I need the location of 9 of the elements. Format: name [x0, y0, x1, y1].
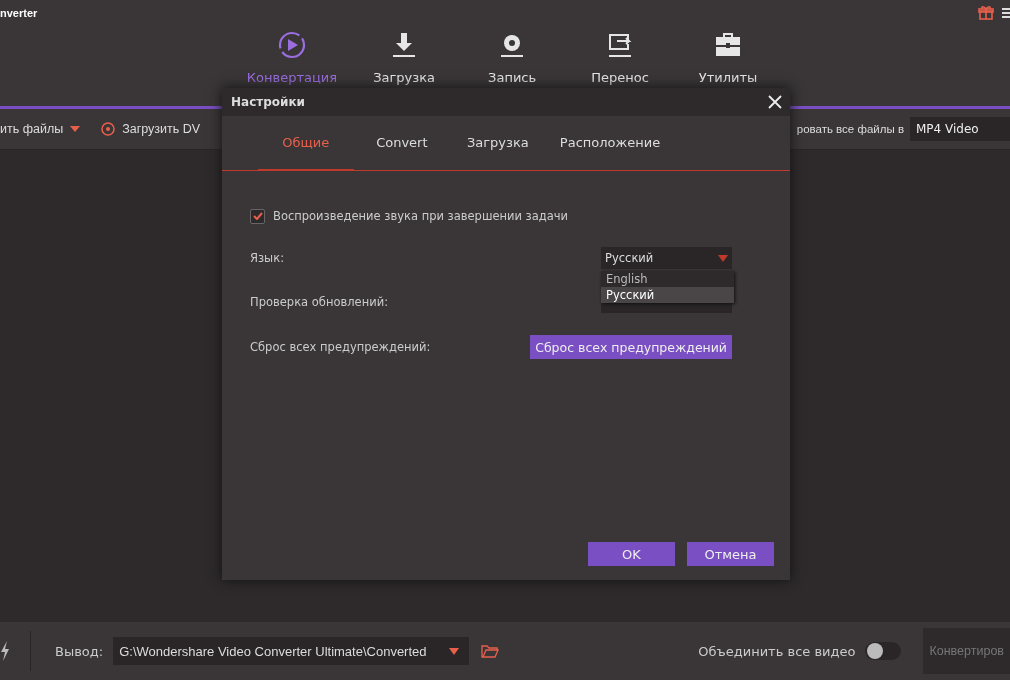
- reset-label: Сброс всех предупреждений:: [250, 340, 431, 354]
- merge-videos-label: Объединить все видео: [698, 643, 856, 659]
- convert-all-label: ровать все файлы в: [796, 123, 904, 135]
- app-title: nverter: [0, 7, 38, 19]
- sound-option-label: Воспроизведение звука при завершении задачи: [273, 209, 569, 223]
- dialog-title: Настройки: [231, 95, 305, 109]
- output-label: Вывод:: [55, 643, 104, 659]
- language-label: Язык:: [250, 251, 284, 265]
- updates-label: Проверка обновлений:: [250, 295, 388, 309]
